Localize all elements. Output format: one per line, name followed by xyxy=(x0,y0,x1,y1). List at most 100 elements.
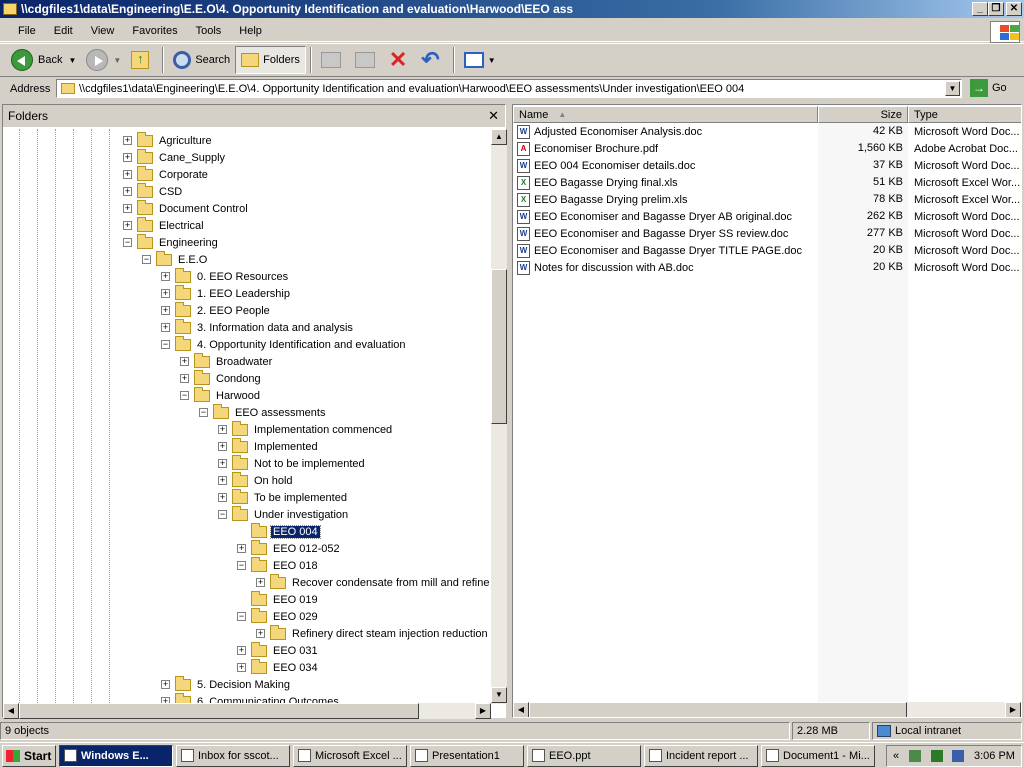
expand-icon[interactable]: + xyxy=(123,153,132,162)
tree-node[interactable]: + Implementation commenced xyxy=(218,420,394,438)
collapse-icon[interactable]: − xyxy=(218,510,227,519)
column-header-size[interactable]: Size xyxy=(818,106,908,123)
tree-node[interactable]: +3. Information data and analysis xyxy=(161,318,355,336)
file-row[interactable]: W EEO Economiser and Bagasse Dryer TITLE … xyxy=(513,242,1021,259)
folders-button[interactable]: Folders xyxy=(235,46,306,74)
horizontal-scrollbar[interactable]: ◀ ▶ xyxy=(513,702,1021,717)
chevron-down-icon[interactable]: ▼ xyxy=(488,56,496,65)
close-button[interactable]: ✕ xyxy=(1006,2,1022,16)
file-row[interactable]: X EEO Bagasse Drying prelim.xls 78 KB Micro… xyxy=(513,191,1021,208)
expand-icon[interactable]: + xyxy=(218,425,227,434)
tree-node[interactable]: + Electrical xyxy=(123,216,206,234)
file-row[interactable]: W Adjusted Economiser Analysis.doc 42 KB Mi… xyxy=(513,123,1021,140)
scroll-left-button[interactable]: ◀ xyxy=(513,702,529,717)
tree-node[interactable]: + To be implemented xyxy=(218,488,349,506)
tree-node[interactable]: + Recover condensate from mill and refine… xyxy=(256,573,489,591)
tree-node[interactable]: +6. Communicating Outcomes xyxy=(161,692,341,703)
tree-node[interactable]: − E.E.O xyxy=(142,250,209,268)
expand-icon[interactable]: + xyxy=(161,323,170,332)
chevron-down-icon[interactable]: ▼ xyxy=(68,56,76,65)
file-row[interactable]: W EEO Economiser and Bagasse Dryer SS rev… xyxy=(513,225,1021,242)
back-button[interactable]: Back ▼ xyxy=(6,46,81,74)
file-row[interactable]: A Economiser Brochure.pdf 1,560 KB Adobe Ac… xyxy=(513,140,1021,157)
move-to-button[interactable] xyxy=(316,46,350,74)
tree-node[interactable]: + On hold xyxy=(218,471,295,489)
expand-icon[interactable]: + xyxy=(218,476,227,485)
expand-icon[interactable]: + xyxy=(123,170,132,179)
taskbar-button[interactable]: Microsoft Excel ... xyxy=(293,744,407,767)
tree-node[interactable]: − Under investigation xyxy=(218,505,350,523)
collapse-icon[interactable]: − xyxy=(142,255,151,264)
expand-icon[interactable]: + xyxy=(123,221,132,230)
tree-node[interactable]: − Engineering xyxy=(123,233,220,251)
go-button[interactable]: → Go xyxy=(970,79,1007,97)
tree-node[interactable]: +2. EEO People xyxy=(161,301,272,319)
tree-node[interactable]: EEO 004 xyxy=(237,522,321,540)
tree-node[interactable]: − EEO assessments xyxy=(199,403,327,421)
tree-node[interactable]: + Not to be implemented xyxy=(218,454,367,472)
tree-node[interactable]: + EEO 012-052 xyxy=(237,539,342,557)
minimize-button[interactable]: _ xyxy=(972,2,988,16)
horizontal-scrollbar[interactable]: ◀ ▶ xyxy=(3,703,491,719)
column-header-type[interactable]: Type xyxy=(908,106,1021,123)
collapse-icon[interactable]: − xyxy=(237,612,246,621)
vertical-scrollbar[interactable]: ▲ ▼ xyxy=(491,129,507,704)
taskbar-button[interactable]: Document1 - Mi... xyxy=(761,744,875,767)
maximize-button[interactable]: ❐ xyxy=(988,2,1004,16)
taskbar-button[interactable]: EEO.ppt xyxy=(527,744,641,767)
file-row[interactable]: X EEO Bagasse Drying final.xls 51 KB Micros… xyxy=(513,174,1021,191)
expand-icon[interactable]: + xyxy=(161,680,170,689)
tree-node[interactable]: − Harwood xyxy=(180,386,262,404)
tree-node[interactable]: + Corporate xyxy=(123,165,210,183)
close-icon[interactable]: ✕ xyxy=(488,108,499,124)
menu-tools[interactable]: Tools xyxy=(187,25,231,37)
menu-file[interactable]: File xyxy=(0,25,45,37)
tree-node[interactable]: − EEO 029 xyxy=(237,607,320,625)
address-input[interactable]: \\cdgfiles1\data\Engineering\E.E.O\4. Op… xyxy=(56,79,962,98)
menu-view[interactable]: View xyxy=(82,25,124,37)
expand-icon[interactable]: + xyxy=(218,442,227,451)
tree-node[interactable]: + Refinery direct steam injection reducti… xyxy=(256,624,489,642)
tree-node[interactable]: + CSD xyxy=(123,182,184,200)
tray-app-icon[interactable] xyxy=(930,750,943,762)
scroll-down-button[interactable]: ▼ xyxy=(491,687,507,703)
file-row[interactable]: W Notes for discussion with AB.doc 20 KB Mi… xyxy=(513,259,1021,276)
scroll-thumb[interactable] xyxy=(529,702,907,717)
forward-button[interactable]: ▼ xyxy=(81,46,126,74)
expand-icon[interactable]: + xyxy=(123,136,132,145)
expand-icon[interactable]: + xyxy=(218,493,227,502)
scroll-right-button[interactable]: ▶ xyxy=(475,703,491,719)
menu-favorites[interactable]: Favorites xyxy=(123,25,186,37)
chevron-left-icon[interactable]: « xyxy=(893,750,899,762)
collapse-icon[interactable]: − xyxy=(237,561,246,570)
tree-node[interactable]: + EEO 034 xyxy=(237,658,320,676)
search-button[interactable]: Search xyxy=(168,46,235,74)
expand-icon[interactable]: + xyxy=(123,204,132,213)
expand-icon[interactable]: + xyxy=(161,306,170,315)
views-button[interactable]: ▼ xyxy=(459,46,501,74)
expand-icon[interactable]: + xyxy=(218,459,227,468)
undo-button[interactable]: ↶ xyxy=(416,46,448,74)
tree-node[interactable]: +5. Decision Making xyxy=(161,675,292,693)
column-header-name[interactable]: Name ▲ xyxy=(513,106,818,123)
chevron-down-icon[interactable]: ▼ xyxy=(113,56,121,65)
expand-icon[interactable]: + xyxy=(256,578,265,587)
taskbar-button[interactable]: Presentation1 xyxy=(410,744,524,767)
network-icon[interactable] xyxy=(952,750,965,762)
tree-node[interactable]: + EEO 031 xyxy=(237,641,320,659)
collapse-icon[interactable]: − xyxy=(199,408,208,417)
taskbar-button[interactable]: Inbox for sscot... xyxy=(176,744,290,767)
start-button[interactable]: Start xyxy=(2,744,56,767)
tree-node[interactable]: + Implemented xyxy=(218,437,320,455)
expand-icon[interactable]: + xyxy=(237,544,246,553)
tree-node[interactable]: EEO 019 xyxy=(237,590,320,608)
expand-icon[interactable]: + xyxy=(237,646,246,655)
expand-icon[interactable]: + xyxy=(180,374,189,383)
expand-icon[interactable]: + xyxy=(256,629,265,638)
scroll-up-button[interactable]: ▲ xyxy=(491,129,507,145)
expand-icon[interactable]: + xyxy=(180,357,189,366)
expand-icon[interactable]: + xyxy=(237,663,246,672)
expand-icon[interactable]: + xyxy=(161,289,170,298)
scroll-left-button[interactable]: ◀ xyxy=(3,703,19,719)
tree-node[interactable]: +0. EEO Resources xyxy=(161,267,290,285)
